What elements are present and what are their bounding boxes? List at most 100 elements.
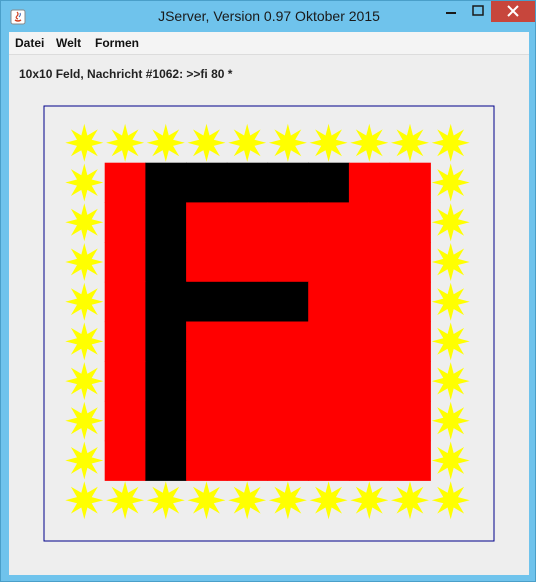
red-cell[interactable] [267,202,309,243]
red-cell[interactable] [104,440,146,481]
star-cell[interactable] [431,203,470,242]
red-cell[interactable] [348,361,391,402]
star-cell[interactable] [431,163,470,202]
star-cell[interactable] [187,123,226,162]
black-cell[interactable] [267,162,309,203]
black-cell[interactable] [186,281,228,323]
black-cell[interactable] [267,281,309,323]
star-cell[interactable] [309,481,348,520]
star-cell[interactable] [65,282,104,321]
black-cell[interactable] [186,162,228,203]
red-cell[interactable] [186,321,228,362]
red-cell[interactable] [348,440,391,481]
red-cell[interactable] [186,400,228,442]
red-cell[interactable] [389,400,431,442]
star-cell[interactable] [431,123,470,162]
red-cell[interactable] [267,440,309,481]
star-cell[interactable] [391,481,429,520]
star-cell[interactable] [431,322,470,361]
star-cell[interactable] [146,123,185,162]
black-cell[interactable] [226,281,269,323]
red-cell[interactable] [104,281,146,323]
star-cell[interactable] [350,123,389,162]
red-cell[interactable] [267,242,309,283]
star-cell[interactable] [431,441,470,480]
red-cell[interactable] [348,242,391,283]
star-cell[interactable] [391,123,429,162]
black-cell[interactable] [145,242,187,283]
minimize-button[interactable] [437,1,465,22]
red-cell[interactable] [226,361,269,402]
star-cell[interactable] [65,322,104,361]
red-cell[interactable] [104,242,146,283]
red-cell[interactable] [186,361,228,402]
red-cell[interactable] [308,400,350,442]
black-cell[interactable] [145,400,187,442]
red-cell[interactable] [267,400,309,442]
black-cell[interactable] [145,361,187,402]
black-cell[interactable] [145,162,187,203]
red-cell[interactable] [348,400,391,442]
red-cell[interactable] [389,321,431,362]
star-cell[interactable] [106,123,145,162]
star-cell[interactable] [65,243,104,281]
red-cell[interactable] [389,162,431,203]
black-cell[interactable] [308,162,350,203]
star-cell[interactable] [228,481,267,520]
star-cell[interactable] [431,481,470,520]
star-cell[interactable] [309,123,348,162]
red-cell[interactable] [348,321,391,362]
red-cell[interactable] [308,440,350,481]
star-cell[interactable] [65,481,104,520]
black-cell[interactable] [145,202,187,243]
red-cell[interactable] [226,202,269,243]
red-cell[interactable] [104,202,146,243]
star-cell[interactable] [106,481,145,520]
star-cell[interactable] [65,362,104,401]
red-cell[interactable] [226,400,269,442]
red-cell[interactable] [308,281,350,323]
star-cell[interactable] [65,123,104,162]
title-bar[interactable]: JServer, Version 0.97 Oktober 2015 [1,1,536,33]
red-cell[interactable] [348,202,391,243]
black-cell[interactable] [145,440,187,481]
red-cell[interactable] [389,242,431,283]
star-cell[interactable] [268,481,307,520]
star-cell[interactable] [268,123,307,162]
star-cell[interactable] [146,481,185,520]
red-cell[interactable] [308,361,350,402]
red-cell[interactable] [389,202,431,243]
red-cell[interactable] [186,440,228,481]
black-cell[interactable] [226,162,269,203]
star-cell[interactable] [431,362,470,401]
red-cell[interactable] [104,321,146,362]
red-cell[interactable] [348,162,391,203]
black-cell[interactable] [145,321,187,362]
red-cell[interactable] [104,400,146,442]
red-cell[interactable] [226,321,269,362]
star-cell[interactable] [187,481,226,520]
red-cell[interactable] [389,440,431,481]
black-cell[interactable] [145,281,187,323]
red-cell[interactable] [348,281,391,323]
star-cell[interactable] [65,401,104,440]
star-cell[interactable] [65,163,104,202]
red-cell[interactable] [104,361,146,402]
red-cell[interactable] [308,202,350,243]
red-cell[interactable] [226,242,269,283]
red-cell[interactable] [226,440,269,481]
red-cell[interactable] [267,321,309,362]
red-cell[interactable] [267,361,309,402]
star-cell[interactable] [350,481,389,520]
red-cell[interactable] [186,202,228,243]
close-button[interactable] [491,1,535,22]
star-cell[interactable] [431,282,470,321]
red-cell[interactable] [308,321,350,362]
game-field[interactable] [9,32,529,575]
star-cell[interactable] [65,441,104,480]
red-cell[interactable] [389,361,431,402]
red-cell[interactable] [186,242,228,283]
star-cell[interactable] [228,123,267,162]
red-cell[interactable] [389,281,431,323]
star-cell[interactable] [65,203,104,242]
